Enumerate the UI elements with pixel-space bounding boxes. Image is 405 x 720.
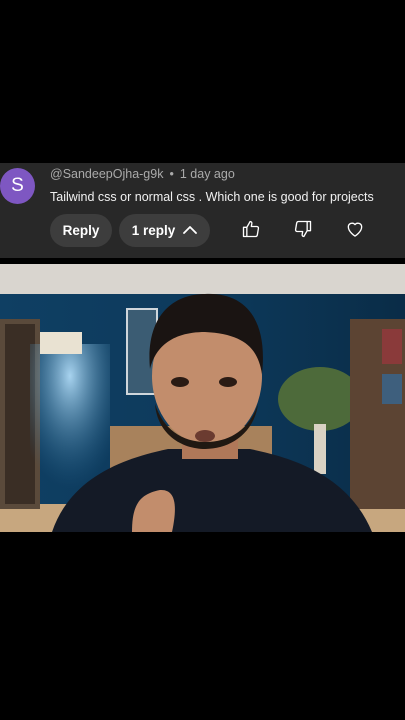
plant — [278, 367, 362, 431]
lamp — [40, 332, 82, 354]
heart-button[interactable] — [343, 219, 367, 243]
view-replies-button[interactable]: 1 reply — [119, 214, 210, 247]
chevron-up-icon — [183, 223, 198, 238]
thumbs-up-icon — [241, 219, 261, 244]
comment-author[interactable]: @SandeepOjha-g9k — [50, 167, 163, 181]
avatar[interactable]: S — [0, 168, 35, 204]
video-frame[interactable] — [0, 264, 405, 532]
reply-button[interactable]: Reply — [50, 214, 112, 247]
avatar-letter: S — [11, 175, 24, 196]
dislike-button[interactable] — [291, 219, 315, 243]
meta-separator: • — [169, 167, 174, 181]
like-button[interactable] — [239, 219, 263, 243]
comment-time: 1 day ago — [179, 167, 235, 181]
video-scene — [0, 264, 405, 532]
reply-button-label: Reply — [62, 223, 100, 238]
comment-meta: @SandeepOjha-g9k • 1 day ago — [50, 167, 235, 181]
heart-icon — [345, 219, 365, 244]
comment-text: Tailwind css or normal css . Which one i… — [50, 190, 374, 204]
thumbs-down-icon — [293, 219, 313, 244]
view-replies-label: 1 reply — [131, 223, 176, 238]
